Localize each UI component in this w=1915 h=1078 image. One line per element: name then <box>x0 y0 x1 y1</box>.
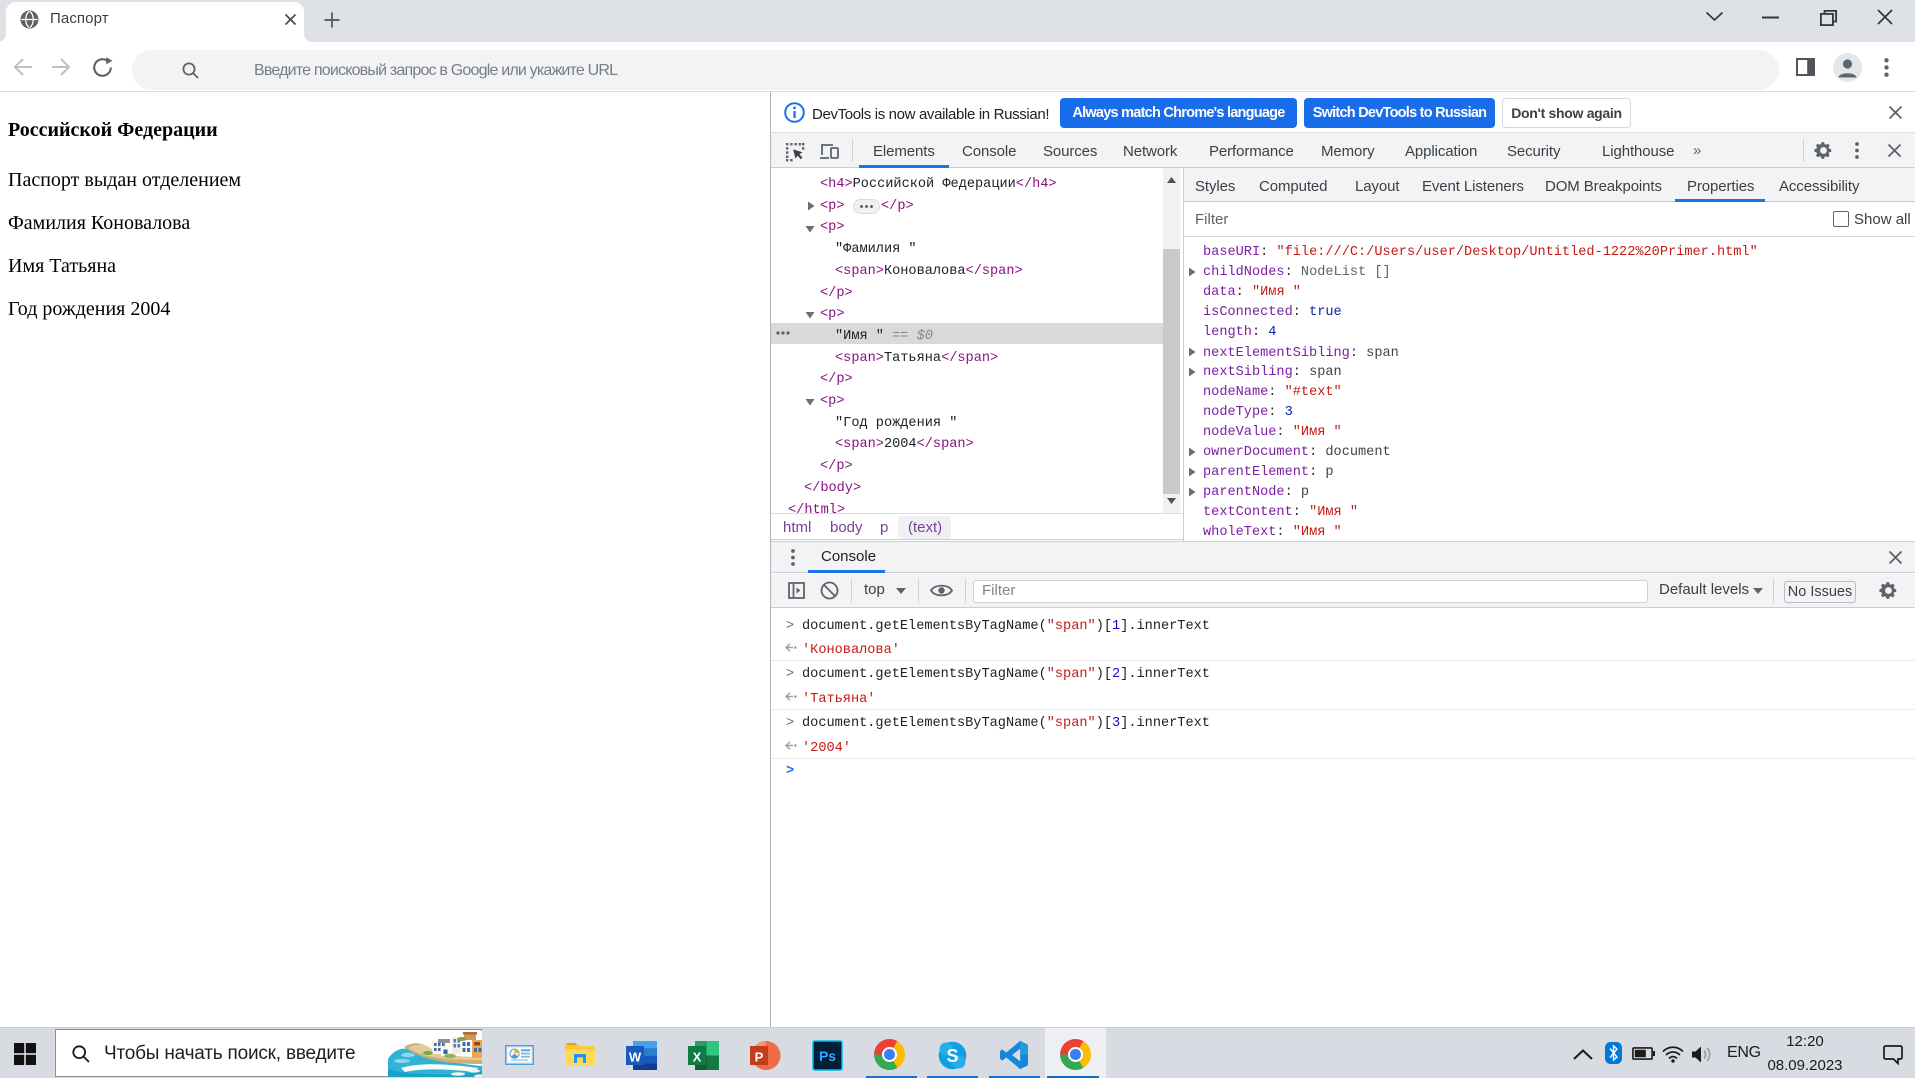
svg-text:X: X <box>693 1050 702 1065</box>
svg-text:P: P <box>755 1050 764 1065</box>
svg-text:W: W <box>629 1050 642 1065</box>
svg-text:Ps: Ps <box>819 1048 836 1064</box>
svg-text:S: S <box>946 1046 958 1066</box>
